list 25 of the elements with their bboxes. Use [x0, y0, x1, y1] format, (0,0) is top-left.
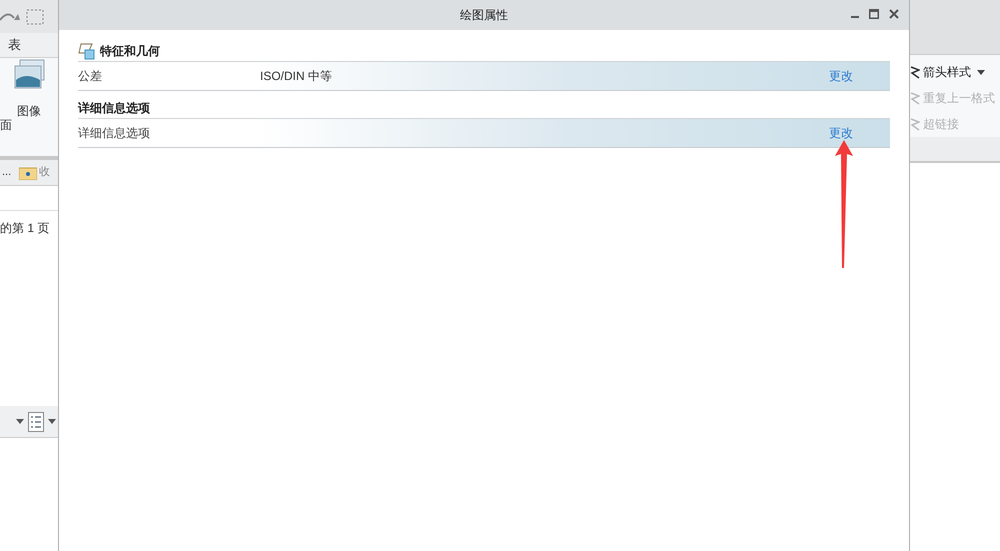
page-label: 的第 1 页	[0, 221, 50, 235]
window-title: 绘图属性	[460, 7, 508, 24]
selection-icon[interactable]	[26, 8, 44, 24]
property-label: 公差	[78, 68, 103, 85]
list-icon[interactable]	[28, 412, 44, 432]
change-link[interactable]: 更改	[829, 67, 853, 85]
maximize-icon[interactable]	[869, 9, 879, 19]
ribbon-button[interactable]: 箭头样式	[910, 63, 1000, 81]
cube-icon	[78, 42, 96, 60]
ribbon-label: 面	[0, 117, 12, 134]
change-link[interactable]: 更改	[829, 124, 853, 142]
close-icon[interactable]	[889, 9, 899, 19]
section-heading: 特征和几何	[100, 42, 160, 60]
ribbon-tab[interactable]: 表	[8, 35, 21, 55]
folder-icon	[19, 166, 38, 180]
section-heading: 详细信息选项	[78, 100, 150, 116]
caret-icon[interactable]	[48, 419, 56, 424]
property-label: 详细信息选项	[78, 125, 151, 142]
caret-icon	[977, 70, 985, 74]
property-value: ISO/DIN 中等	[260, 68, 334, 85]
pane-tab[interactable]: ...	[2, 164, 12, 181]
tool-icon	[910, 66, 920, 78]
pane-tab[interactable]: 收	[39, 164, 50, 181]
image-button[interactable]: 图像	[12, 58, 46, 120]
caret-icon[interactable]	[16, 419, 24, 424]
